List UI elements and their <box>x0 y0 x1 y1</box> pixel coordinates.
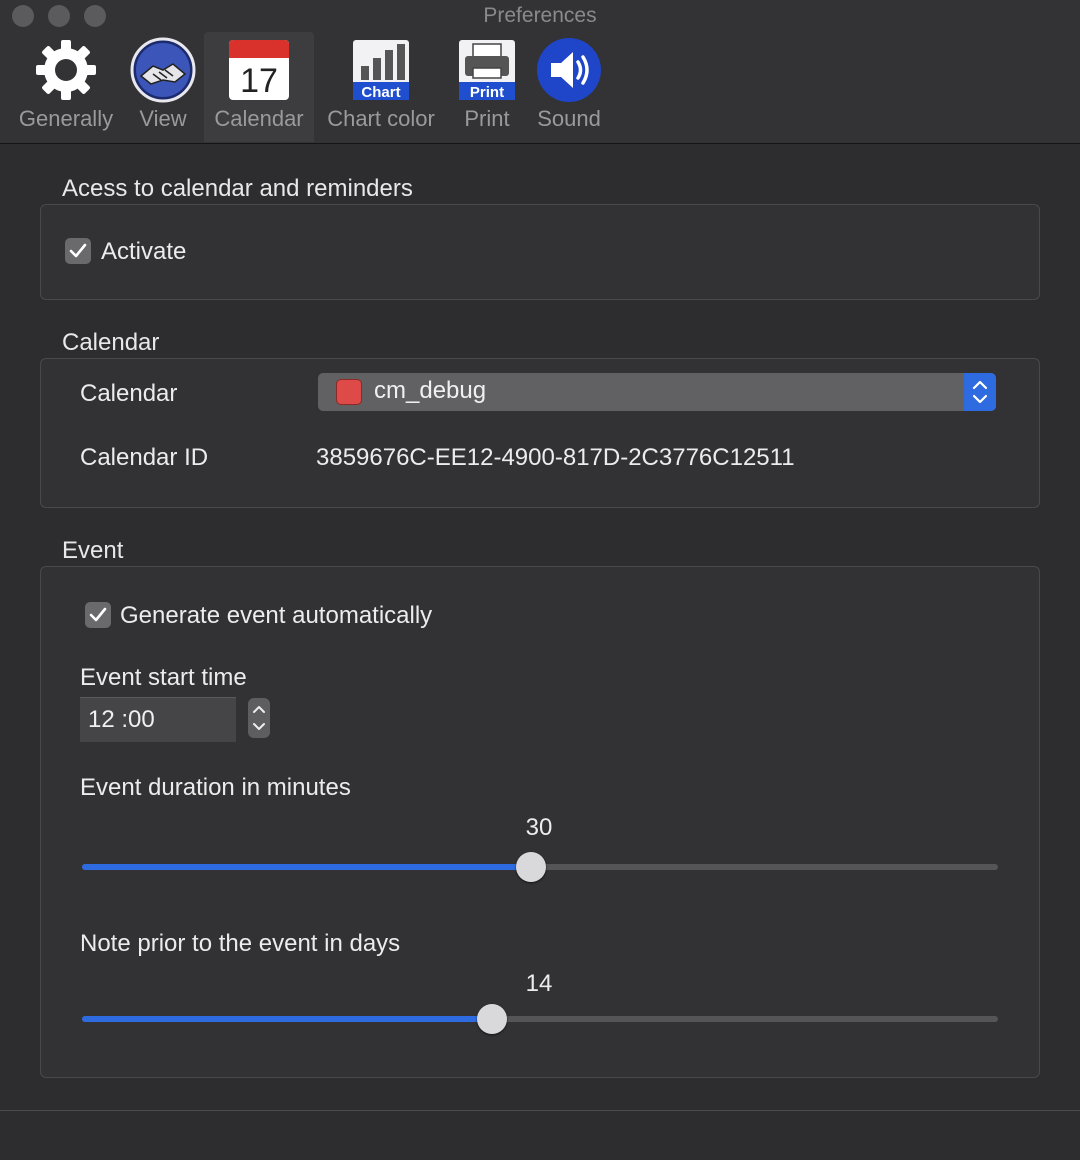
speaker-icon <box>537 38 601 102</box>
toolbar-item-sound[interactable]: Sound <box>528 32 610 142</box>
chevron-updown-icon <box>964 373 996 411</box>
toolbar-item-calendar[interactable]: 17 Calendar <box>204 32 314 142</box>
calendar-id-value: 3859676C-EE12-4900-817D-2C3776C12511 <box>316 444 795 471</box>
toolbar-item-chart-color[interactable]: Chart Chart color <box>316 32 446 142</box>
activate-label[interactable]: Activate <box>101 238 186 266</box>
preferences-window: Preferences Generally View 17 Calendar C… <box>0 0 1080 1160</box>
toolbar-label-calendar: Calendar <box>214 106 304 131</box>
event-start-label: Event start time <box>80 664 247 691</box>
calendar-select-value: cm_debug <box>374 377 487 404</box>
calendar-icon: 17 <box>229 40 289 100</box>
printer-icon-text: Print <box>470 84 504 101</box>
calendar-icon-date: 17 <box>240 62 278 100</box>
calendar-id-label: Calendar ID <box>80 444 209 471</box>
calendar-color-swatch <box>336 379 362 405</box>
toolbar-label-view: View <box>139 106 187 131</box>
access-group-box <box>40 204 1040 300</box>
note-prior-slider-fill <box>82 1016 493 1022</box>
checkmark-icon <box>89 607 107 622</box>
calendar-label: Calendar <box>80 380 178 407</box>
time-stepper[interactable] <box>248 698 270 738</box>
calendar-select[interactable]: cm_debug <box>318 373 996 411</box>
generate-event-label[interactable]: Generate event automatically <box>120 602 432 630</box>
gear-icon <box>36 40 96 100</box>
toolbar-item-generally[interactable]: Generally <box>10 32 122 142</box>
checkmark-icon <box>69 243 87 258</box>
event-duration-slider-knob[interactable] <box>515 852 546 882</box>
toolbar-label-print: Print <box>464 106 510 131</box>
chart-icon: Chart <box>353 40 409 101</box>
event-start-time-field[interactable]: 12 :00 <box>80 697 236 742</box>
toolbar-item-view[interactable]: View <box>124 32 202 142</box>
stepper-arrows-icon <box>253 706 265 730</box>
event-duration-label: Event duration in minutes <box>80 774 351 801</box>
activate-checkbox[interactable] <box>65 238 91 264</box>
event-duration-value: 30 <box>525 814 553 841</box>
window-title: Preferences <box>483 4 597 27</box>
printer-icon: Print <box>459 40 515 101</box>
generate-event-checkbox[interactable] <box>85 602 111 628</box>
note-prior-value: 14 <box>525 970 553 997</box>
note-prior-label: Note prior to the event in days <box>80 930 401 957</box>
toolbar-label-sound: Sound <box>537 106 601 131</box>
event-start-time-value: 12 :00 <box>88 706 155 733</box>
event-duration-slider-fill <box>82 864 531 870</box>
calendar-group-title: Calendar <box>62 329 160 356</box>
toolbar-label-chart-color: Chart color <box>327 106 435 131</box>
chart-icon-text: Chart <box>361 84 400 101</box>
access-group-title: Acess to calendar and reminders <box>62 175 413 202</box>
toolbar-item-print[interactable]: Print Print <box>450 32 524 142</box>
toolbar-label-generally: Generally <box>18 106 114 131</box>
toolbar: Preferences Generally View 17 Calendar C… <box>0 0 1080 144</box>
event-group-title: Event <box>62 537 124 564</box>
handshake-icon <box>130 37 196 103</box>
footer-divider <box>0 1110 1080 1111</box>
